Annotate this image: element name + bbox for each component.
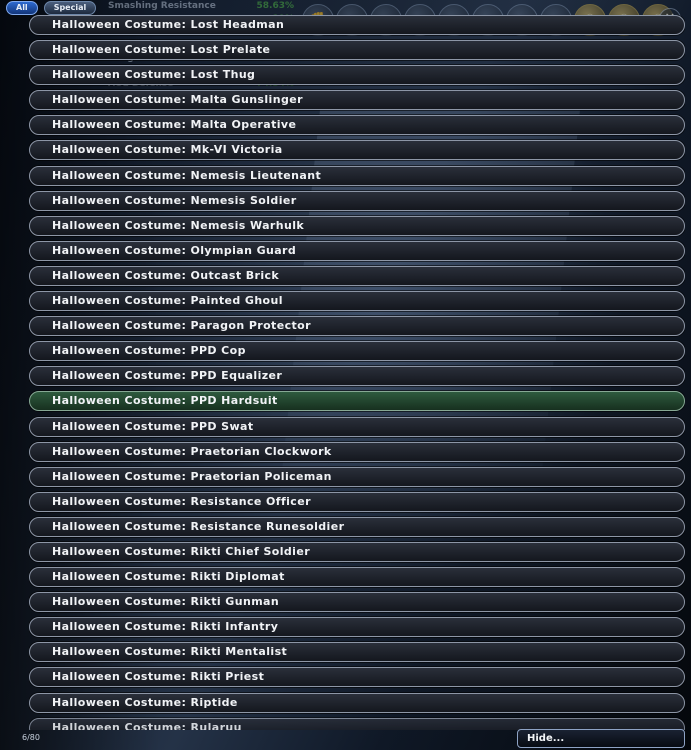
list-item[interactable]: Halloween Costume: Rikti Priest <box>29 667 685 688</box>
list-item[interactable]: Halloween Costume: Resistance Officer <box>29 491 685 512</box>
list-item[interactable]: Halloween Costume: Nemesis Lieutenant <box>29 165 685 186</box>
stat-row: Smashing Resistance 58.63% <box>108 0 294 13</box>
list-item[interactable]: Halloween Costume: Riptide <box>29 692 685 713</box>
list-item[interactable]: Halloween Costume: Nemesis Soldier <box>29 190 685 211</box>
hide-button[interactable]: Hide... <box>517 729 685 748</box>
costume-list[interactable]: Halloween Costume: Lost Headman Halloween… <box>29 15 685 730</box>
list-item[interactable]: Halloween Costume: PPD Hardsuit <box>29 391 685 412</box>
list-item[interactable]: Halloween Costume: PPD Cop <box>29 341 685 362</box>
list-item[interactable]: Halloween Costume: Rikti Chief Soldier <box>29 541 685 562</box>
list-item[interactable]: Halloween Costume: Rikti Mentalist <box>29 642 685 663</box>
list-item[interactable]: Halloween Costume: Praetorian Clockwork <box>29 441 685 462</box>
tab-all[interactable]: All <box>6 1 38 15</box>
tab-special[interactable]: Special <box>43 1 97 15</box>
stat-label: Smashing Resistance <box>108 1 216 11</box>
list-item[interactable]: Halloween Costume: Rikti Infantry <box>29 617 685 638</box>
page-counter: 6/80 <box>22 733 40 742</box>
list-item[interactable]: Halloween Costume: Rikti Gunman <box>29 592 685 613</box>
list-item[interactable]: Halloween Costume: Mk-VI Victoria <box>29 140 685 161</box>
stat-value: 58.63% <box>256 1 295 11</box>
list-item[interactable]: Halloween Costume: Nemesis Warhulk <box>29 215 685 236</box>
list-item[interactable]: Halloween Costume: PPD Swat <box>29 416 685 437</box>
list-item[interactable]: Halloween Costume: Malta Gunslinger <box>29 90 685 111</box>
list-item[interactable]: Halloween Costume: Painted Ghoul <box>29 291 685 312</box>
list-item[interactable]: Halloween Costume: PPD Equalizer <box>29 366 685 387</box>
list-item[interactable]: Halloween Costume: Lost Headman <box>29 15 685 35</box>
list-item[interactable]: Halloween Costume: Olympian Guard <box>29 240 685 261</box>
list-item[interactable]: Halloween Costume: Resistance Runesoldie… <box>29 516 685 537</box>
list-item[interactable]: Halloween Costume: Rikti Diplomat <box>29 567 685 588</box>
list-item[interactable]: Halloween Costume: Lost Prelate <box>29 40 685 61</box>
list-item[interactable]: Halloween Costume: Lost Thug <box>29 65 685 86</box>
list-item[interactable]: Halloween Costume: Outcast Brick <box>29 265 685 286</box>
list-item[interactable]: Halloween Costume: Malta Operative <box>29 115 685 136</box>
list-item[interactable]: Halloween Costume: Paragon Protector <box>29 316 685 337</box>
filter-tabs: All Special <box>6 1 97 15</box>
list-item[interactable]: Halloween Costume: Praetorian Policeman <box>29 466 685 487</box>
